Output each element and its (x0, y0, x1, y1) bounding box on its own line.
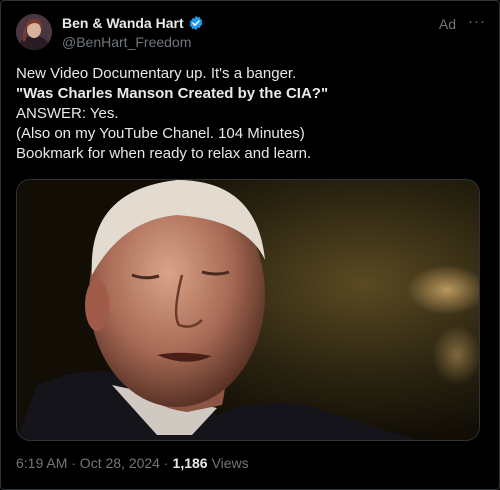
tweet-line-2: "Was Charles Manson Created by the CIA?" (16, 85, 329, 102)
author-name[interactable]: Ben & Wanda Hart (62, 15, 184, 31)
timestamp[interactable]: 6:19 AM · Oct 28, 2024 · (16, 455, 169, 471)
tweet-line-4: (Also on my YouTube Chanel. 104 Minutes) (16, 125, 305, 142)
verified-badge-icon (189, 16, 202, 30)
views-label: Views (211, 455, 249, 471)
views-count: 1,186 (172, 455, 208, 471)
tweet-line-1: New Video Documentary up. It's a banger. (16, 65, 297, 82)
more-options-icon[interactable]: ··· (468, 13, 486, 30)
video-frame-image (17, 180, 479, 440)
tweet-line-3: ANSWER: Yes. (16, 105, 119, 122)
tweet-text: New Video Documentary up. It's a banger.… (16, 64, 486, 164)
ad-label: Ad (438, 16, 456, 32)
author-name-row: Ben & Wanda Hart (62, 15, 204, 31)
avatar[interactable] (16, 14, 52, 50)
tweet-meta: 6:19 AM · Oct 28, 2024 · 1,186 Views (16, 455, 249, 471)
video-thumbnail[interactable] (16, 179, 480, 441)
avatar-image (16, 14, 52, 50)
tweet-line-5: Bookmark for when ready to relax and lea… (16, 145, 312, 162)
author-handle[interactable]: @BenHart_Freedom (62, 34, 191, 50)
